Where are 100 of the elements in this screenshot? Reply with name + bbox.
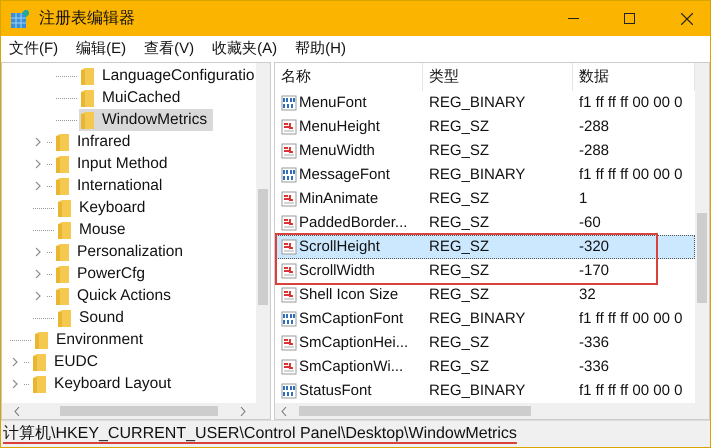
value-data: f1 ff ff ff 00 00 0 [578,164,684,185]
value-data: -288 [578,140,610,161]
vertical-scrollbar[interactable] [695,63,709,403]
value-type: REG_SZ [428,188,490,209]
value-type: REG_BINARY [428,164,526,185]
value-row[interactable]: SmCaptionFont REG_BINARY f1 ff ff ff 00 00 0 [275,307,695,331]
value-name: StatusFont [299,380,372,401]
tree-item[interactable]: Environment [10,329,150,351]
menu-item[interactable]: 编辑(E) [72,38,130,60]
value-name: SmCaptionFont [299,308,404,329]
maximize-icon [624,13,634,24]
binary-value-icon [281,383,297,399]
string-value-icon [281,191,297,207]
value-name: PaddedBorder... [299,212,408,233]
scrollbar-thumb[interactable] [299,406,531,416]
value-name: ScrollWidth [299,260,375,281]
value-name: MenuFont [299,92,367,113]
tree-item[interactable]: LanguageConfiguratio [56,65,256,87]
value-name: SmCaptionHei... [299,332,408,353]
value-type: REG_SZ [428,356,490,377]
scrollbar-thumb[interactable] [697,213,707,303]
value-name: MenuHeight [299,116,380,137]
chevron-icon[interactable] [35,291,41,301]
value-type: REG_SZ [428,284,490,305]
column-header[interactable]: 名称 [275,63,423,91]
folder-icon [33,354,46,370]
value-type: REG_BINARY [428,380,526,401]
tree-item[interactable]: Mouse [33,219,132,241]
tree-item[interactable]: International [33,175,168,197]
value-row[interactable]: ScrollHeight REG_SZ -320 [275,235,695,259]
tree-item[interactable]: Infrared [33,131,136,153]
value-name: SmCaptionWi... [299,356,404,377]
string-value-icon [281,287,297,303]
value-data: -336 [578,356,610,377]
string-value-icon [281,239,297,255]
tree-item[interactable]: Personalization [33,241,189,263]
value-type: REG_BINARY [428,308,526,329]
binary-value-icon [281,311,297,327]
tree-item[interactable]: Input Method [33,153,174,175]
value-row[interactable]: SmCaptionHei... REG_SZ -336 [275,331,695,355]
string-value-icon [281,143,297,159]
scrollbar-thumb[interactable] [60,406,218,416]
value-row[interactable]: ScrollWidth REG_SZ -170 [275,259,695,283]
chevron-icon[interactable] [35,269,41,279]
value-row[interactable]: Shell Icon Size REG_SZ 32 [275,283,695,307]
registry-path: 计算机\HKEY_CURRENT_USER\Control Panel\Desktop\WindowMetrics [3,424,517,444]
value-row[interactable]: MenuFont REG_BINARY f1 ff ff ff 00 00 0 [275,91,695,115]
menu-item[interactable]: 收藏夹(A) [208,38,282,60]
chevron-icon[interactable] [12,357,18,367]
value-name: ScrollHeight [299,236,380,257]
chevron-icon[interactable] [35,181,41,191]
registry-cubes-icon [11,10,29,28]
value-data: -170 [578,260,610,281]
folder-icon [58,310,71,326]
binary-value-icon [281,167,297,183]
value-row[interactable]: MessageFont REG_BINARY f1 ff ff ff 00 00 0 [275,163,695,187]
value-row[interactable]: MinAnimate REG_SZ 1 [275,187,695,211]
value-row[interactable]: MenuHeight REG_SZ -288 [275,115,695,139]
tree-item[interactable]: Sound [33,307,130,329]
value-data: 32 [578,284,597,305]
value-row[interactable]: StatusFont REG_BINARY f1 ff ff ff 00 00 0 [275,379,695,403]
tree-item[interactable]: MuiCached [56,87,186,109]
string-value-icon [281,263,297,279]
chevron-icon[interactable] [12,379,18,389]
tree-item[interactable]: PowerCfg [33,263,152,285]
value-name: MinAnimate [299,188,378,209]
column-header[interactable]: 类型 [423,63,573,91]
chevron-icon[interactable] [35,247,41,257]
folder-icon [35,332,48,348]
menu-item[interactable]: 帮助(H) [291,38,350,60]
string-value-icon [281,335,297,351]
tree-item[interactable]: EUDC [10,351,104,373]
menu-item[interactable]: 文件(F) [5,38,62,60]
value-data: -336 [578,332,610,353]
value-name: Shell Icon Size [299,284,398,305]
horizontal-scrollbar[interactable] [2,403,270,419]
folder-icon [58,200,71,216]
value-data: -60 [578,212,602,233]
folder-icon [56,178,69,194]
vertical-scrollbar[interactable] [256,63,270,403]
value-type: REG_SZ [428,332,490,353]
menu-item[interactable]: 查看(V) [140,38,198,60]
close-icon [681,12,693,24]
horizontal-scrollbar[interactable] [275,403,709,419]
value-data: f1 ff ff ff 00 00 0 [578,92,684,113]
scrollbar-thumb[interactable] [258,189,268,305]
string-value-icon [281,119,297,135]
value-row[interactable]: PaddedBorder... REG_SZ -60 [275,211,695,235]
string-value-icon [281,359,297,375]
tree-item[interactable]: Quick Actions [33,285,177,307]
folder-icon [58,222,71,238]
tree-item[interactable]: Keyboard Layout [10,373,178,395]
value-row[interactable]: SmCaptionWi... REG_SZ -336 [275,355,695,379]
value-row[interactable]: MenuWidth REG_SZ -288 [275,139,695,163]
tree-item[interactable]: Keyboard [33,197,152,219]
value-data: f1 ff ff ff 00 00 0 [578,380,684,401]
chevron-icon[interactable] [35,137,41,147]
value-name: MenuWidth [299,140,375,161]
value-data: -288 [578,116,610,137]
chevron-icon[interactable] [35,159,41,169]
